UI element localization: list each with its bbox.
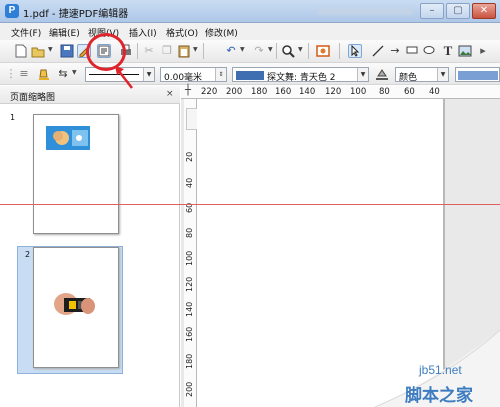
close-button[interactable]: ✕ (472, 3, 496, 19)
line-color-select[interactable]: 探文舞: 青天色 2 ▼ (232, 67, 369, 83)
annotation-line (0, 204, 500, 205)
thumbnail-image-2 (54, 293, 95, 315)
ruler-label: 160 (185, 326, 194, 342)
text-tool-icon[interactable]: T (441, 44, 455, 58)
ruler-label: 40 (185, 177, 194, 188)
line-color-swatch (236, 71, 264, 80)
open-dropdown-icon[interactable]: ▼ (48, 46, 53, 53)
toolbar-separator (308, 43, 309, 59)
new-document-icon[interactable] (14, 44, 28, 58)
ruler-label: 220 (201, 87, 218, 97)
fill-bucket-icon[interactable] (37, 67, 51, 81)
toolbar-separator (137, 43, 138, 59)
ruler-label: 100 (185, 250, 194, 266)
app-logo-icon: P (5, 4, 19, 18)
horizontal-ruler: 220 200 180 160 140 120 100 80 60 40 (181, 86, 500, 99)
ruler-origin-icon: ┼ (185, 85, 192, 96)
select-pointer-icon[interactable] (348, 44, 362, 58)
ruler-label: 100 (350, 87, 367, 97)
page-number-1: 1 (10, 113, 16, 122)
paste-dropdown-icon[interactable]: ▼ (193, 46, 198, 53)
ruler-label: 20 (185, 151, 194, 162)
format-toolbar: ⋮ ≡ ⇆ ▼ ▼ 0.00毫米 ⇕ 探文舞: 青天色 2 ▼ 颜色 ▼ (0, 63, 500, 85)
vertical-ruler: 20 40 60 80 100 120 140 160 180 200 (184, 99, 197, 407)
thumbnail-image-1 (46, 126, 90, 150)
redo-icon[interactable]: ↷ (252, 44, 266, 58)
cut-icon[interactable]: ✂ (142, 44, 156, 58)
annotation-arrow-icon (115, 66, 133, 89)
window-title: 1.pdf - 捷速PDF编辑器 (23, 9, 129, 20)
redo-dropdown-icon[interactable]: ▼ (268, 46, 273, 53)
ruler-label: 140 (185, 301, 194, 317)
ruler-label: 200 (185, 381, 194, 397)
spin-arrows-icon[interactable]: ⇕ (215, 68, 226, 81)
fill-color-icon[interactable] (375, 67, 389, 81)
toolbar-separator (339, 43, 340, 59)
line-width-value: 0.00毫米 (164, 73, 203, 83)
minimize-button[interactable]: – (420, 3, 444, 19)
chevron-down-icon[interactable]: ▼ (143, 68, 154, 81)
page-number-2: 2 (25, 250, 31, 259)
paste-icon[interactable] (177, 44, 191, 58)
thumbnail-panel: 页面缩略图 × 1 2 (0, 86, 180, 407)
area-color-swatch (458, 71, 498, 80)
menu-file[interactable]: 文件(F) (11, 26, 41, 39)
ruler-label: 40 (429, 87, 440, 97)
main-toolbar: ▼ ✂ ❐ ▼ ↶ ▼ ↷ ▼ ▼ → T ▸ (0, 40, 500, 63)
thumbnail-panel-title: 页面缩略图 (10, 93, 56, 103)
ruler-label: 200 (226, 87, 243, 97)
ruler-label: 120 (185, 276, 194, 292)
arrow-style-icon[interactable]: ⇆ (56, 67, 70, 81)
ruler-label: 80 (379, 87, 390, 97)
thumbnail-panel-header: 页面缩略图 × (0, 86, 180, 104)
toolbar-grip-icon: ⋮ (5, 67, 17, 80)
menu-insert[interactable]: 插入(I) (129, 26, 157, 39)
line-color-value: 探文舞: 青天色 2 (267, 73, 336, 83)
menu-modify[interactable]: 修改(M) (205, 26, 238, 39)
fill-color-select[interactable]: 颜色 ▼ (395, 67, 449, 83)
page-layout-icon[interactable] (316, 44, 330, 58)
arrow-style-dropdown-icon[interactable]: ▼ (72, 69, 77, 76)
ruler-label: 60 (404, 87, 415, 97)
maximize-button[interactable]: ▢ (446, 3, 470, 19)
title-bar-blurred-area (318, 7, 413, 15)
line-icon[interactable] (371, 44, 385, 58)
menu-edit[interactable]: 编辑(E) (49, 26, 80, 39)
ruler-label: 180 (251, 87, 268, 97)
zoom-icon[interactable] (281, 44, 295, 58)
copy-icon[interactable]: ❐ (160, 44, 174, 58)
line-width-input[interactable]: 0.00毫米 ⇕ (160, 67, 227, 83)
arrow-icon[interactable]: → (388, 44, 402, 58)
watermark-site: jb51.net (419, 363, 462, 377)
line-properties-icon[interactable]: ≡ (17, 67, 31, 81)
chevron-down-icon[interactable]: ▼ (357, 68, 368, 81)
undo-icon[interactable]: ↶ (224, 44, 238, 58)
more-tools-icon[interactable]: ▸ (476, 44, 490, 58)
menu-bar: 文件(F) 编辑(E) 视图(V) 插入(I) 格式(O) 修改(M) (0, 23, 500, 40)
ruler-label: 180 (185, 353, 194, 369)
panel-close-icon[interactable]: × (166, 89, 174, 99)
ruler-label: 120 (325, 87, 342, 97)
page-thumbnail-1[interactable] (33, 114, 119, 234)
title-bar: P 1.pdf - 捷速PDF编辑器 – ▢ ✕ (0, 0, 500, 23)
toolbar-separator (203, 43, 204, 59)
ruler-label: 80 (185, 227, 194, 238)
fill-color-value: 颜色 (399, 73, 418, 83)
toolbar-separator (276, 43, 277, 59)
area-color-select[interactable] (455, 67, 500, 82)
zoom-dropdown-icon[interactable]: ▼ (298, 46, 303, 53)
menu-format[interactable]: 格式(O) (166, 26, 198, 39)
image-icon[interactable] (458, 44, 472, 58)
save-icon[interactable] (60, 44, 74, 58)
rectangle-icon[interactable] (405, 44, 419, 58)
watermark-name: 脚本之家 (405, 386, 473, 406)
ellipse-icon[interactable] (422, 44, 436, 58)
undo-dropdown-icon[interactable]: ▼ (240, 46, 245, 53)
open-folder-icon[interactable] (31, 44, 45, 58)
chevron-down-icon[interactable]: ▼ (437, 68, 448, 81)
page-thumbnail-2[interactable] (33, 247, 119, 368)
ruler-label: 160 (275, 87, 292, 97)
ruler-label: 140 (299, 87, 316, 97)
